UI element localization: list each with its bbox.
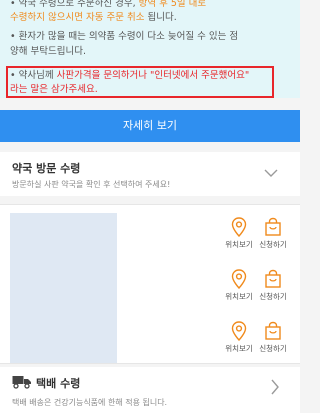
notice-line-2-text: 됩니다.	[144, 12, 177, 23]
notice-line-1: • 약국 수령으로 주문하신 경우, 방역 후 5일 내로	[10, 0, 206, 11]
apply-label: 신청하기	[259, 292, 287, 301]
pharmacy-visit-subtitle: 방문하실 사판 약국을 확인 후 선택하여 주세요!	[12, 180, 171, 189]
chevron-down-icon[interactable]	[264, 166, 278, 180]
location-button[interactable]: 위치보기	[223, 269, 255, 302]
pharmacy-map-placeholder	[10, 213, 117, 363]
shopping-bag-icon	[265, 269, 281, 288]
shopping-bag-icon	[265, 217, 281, 236]
notice-line-2-highlight: 수령하지 않으시면 자동 주문 취소	[10, 12, 145, 23]
apply-label: 신청하기	[259, 240, 287, 249]
delivery-subtitle: 택배 배송은 건강기능식품에 한해 적용 됩니다.	[12, 398, 168, 407]
apply-label: 신청하기	[259, 344, 287, 353]
detail-button[interactable]: 자세히 보기	[0, 110, 300, 142]
shopping-bag-icon	[265, 321, 281, 340]
notice-line-3: • 환자가 많을 때는 의약품 수령이 다소 늦어질 수 있는 점	[10, 31, 239, 42]
notice-line-2: 수령하지 않으시면 자동 주문 취소 됩니다.	[10, 11, 177, 25]
chevron-right-icon[interactable]	[270, 379, 280, 395]
location-label: 위치보기	[225, 240, 253, 249]
delivery-title: 택배 수령	[36, 377, 81, 390]
pharmacy-visit-card[interactable]: 약국 방문 수령 방문하실 사판 약국을 확인 후 선택하여 주세요!	[0, 152, 300, 196]
warning-highlight-box	[6, 66, 274, 98]
location-pin-icon	[231, 217, 247, 237]
location-button[interactable]: 위치보기	[223, 217, 255, 250]
location-pin-icon	[231, 269, 247, 289]
apply-button[interactable]: 신청하기	[257, 269, 289, 302]
pharmacy-visit-title: 약국 방문 수령	[12, 162, 81, 175]
location-pin-icon	[231, 321, 247, 341]
location-button[interactable]: 위치보기	[223, 321, 255, 354]
location-label: 위치보기	[225, 344, 253, 353]
notice-line-1-highlight: 방역 후 5일 내로	[138, 0, 207, 9]
notice-line-1-text: • 약국 수령으로 주문하신 경우,	[10, 0, 139, 9]
apply-button[interactable]: 신청하기	[257, 217, 289, 250]
notice-line-4: 양해 부탁드립니다.	[10, 46, 86, 57]
truck-icon	[12, 376, 31, 389]
notice-panel: • 약국 수령으로 주문하신 경우, 방역 후 5일 내로 수령하지 않으시면 …	[0, 0, 300, 98]
pharmacy-list: 위치보기 신청하기 위치보기 신청하기 위치보기 신청하기	[0, 204, 300, 364]
apply-button[interactable]: 신청하기	[257, 321, 289, 354]
delivery-card[interactable]: 택배 수령 택배 배송은 건강기능식품에 한해 적용 됩니다.	[0, 367, 300, 413]
location-label: 위치보기	[225, 292, 253, 301]
